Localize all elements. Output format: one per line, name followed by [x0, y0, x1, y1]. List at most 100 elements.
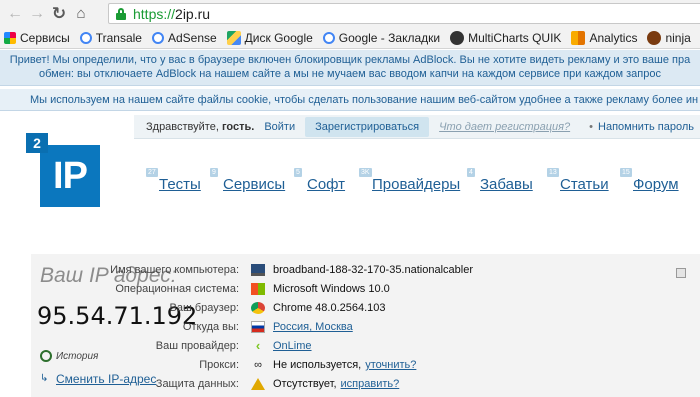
info-row: Ваш провайдер: ‹ OnLime [91, 338, 312, 354]
nav-label: Забавы [480, 176, 533, 193]
info-row: Прокси: ∞ Не используется, уточнить? [91, 357, 416, 373]
nav-item[interactable]: 9 Сервисы [210, 168, 286, 193]
home-icon[interactable]: ⌂ [70, 3, 92, 25]
bookmark-label: MultiCharts QUIK [468, 30, 562, 45]
nav-item[interactable]: 3K Провайдеры [359, 168, 461, 193]
bookmark-label: Сервисы [20, 30, 70, 45]
analytics-icon [571, 30, 586, 45]
copy-icon[interactable] [676, 268, 686, 278]
info-label: Прокси: [199, 359, 239, 371]
nav-item[interactable]: 13 Статьи [547, 168, 609, 193]
bookmark-item[interactable]: AdSense [151, 30, 217, 45]
nav-count-badge: 27 [146, 168, 158, 177]
return-arrow-icon: ↳ [40, 373, 49, 384]
onlime-icon: ‹ [255, 338, 261, 353]
lock-icon [115, 7, 127, 21]
login-link[interactable]: Войти [264, 121, 295, 133]
nav-label: Статьи [560, 176, 609, 193]
greeting: Здравствуйте, гость. [146, 121, 254, 133]
info-label: Защита данных: [155, 378, 239, 390]
info-value: Не используется, [273, 359, 362, 371]
bookmark-item[interactable]: MultiCharts QUIK [450, 30, 562, 45]
bookmark-label: AdSense [167, 30, 217, 45]
warning-icon [251, 378, 265, 390]
info-label: Ваш провайдер: [155, 340, 239, 352]
bookmark-item[interactable]: Analytics [571, 30, 638, 45]
info-label: Имя вашего компьютера: [110, 264, 239, 276]
nav-label: Провайдеры [372, 176, 461, 193]
url-host: 2ip.ru [175, 5, 211, 22]
forward-arrow-icon[interactable]: → [26, 3, 48, 25]
nav-item[interactable]: 5 Софт [294, 168, 346, 193]
guest-text: гость. [221, 120, 255, 133]
apps-icon [4, 31, 16, 44]
ip-panel: Ваш IP адрес: 95.54.71.192 История ↳ Сме… [31, 254, 700, 397]
bookmark-label: Transale [95, 30, 142, 45]
bookmark-item[interactable]: Сервисы [4, 31, 70, 45]
main-nav: 27 Тесты 9 Сервисы 5 Софт 3K Провайдеры 4 Забавы 1… [145, 168, 700, 198]
bookmark-label: Диск Google [244, 30, 313, 45]
info-action-link[interactable]: уточнить? [365, 359, 416, 371]
bookmark-item[interactable]: Диск Google [226, 30, 313, 45]
history-link[interactable]: История [40, 350, 98, 362]
nav-item[interactable]: 15 Форум [620, 168, 679, 193]
nav-label: Форум [633, 176, 679, 193]
drive-icon [226, 30, 241, 45]
nav-item[interactable]: 27 Тесты [146, 168, 201, 193]
notice-line-2: обмен: вы отключаете AdBlock на нашем са… [39, 68, 661, 80]
remind-password-link[interactable]: Напомнить пароль [589, 121, 694, 133]
google-icon [79, 31, 92, 44]
windows-icon [251, 283, 265, 295]
info-row: Откуда вы: Россия, Москва [91, 319, 353, 335]
nav-label: Тесты [159, 176, 201, 193]
nav-label: Софт [307, 176, 346, 193]
user-bar: Здравствуйте, гость. Войти Зарегистриров… [134, 115, 700, 139]
info-row: Ваш браузер: Chrome 48.0.2564.103 [91, 300, 386, 316]
greeting-text: Здравствуйте, [146, 120, 219, 133]
nav-label: Сервисы [223, 176, 286, 193]
adblock-notice: Привет! Мы определили, что у вас в брауз… [0, 50, 700, 86]
logo-badge: 2 [26, 133, 48, 153]
site-logo[interactable]: IP 2 [26, 133, 108, 207]
glasses-icon: ∞ [254, 359, 262, 371]
bookmark-item[interactable]: Google - Закладки [322, 31, 440, 45]
nav-count-badge: 15 [620, 168, 632, 177]
flag-ru-icon [251, 321, 265, 333]
info-value[interactable]: Россия, Москва [273, 321, 353, 333]
info-value: Microsoft Windows 10.0 [273, 283, 390, 295]
back-arrow-icon[interactable]: ← [4, 3, 26, 25]
google-icon [322, 31, 335, 44]
info-label: Откуда вы: [182, 321, 239, 333]
info-action-link[interactable]: исправить? [341, 378, 400, 390]
info-value: broadband-188-32-170-35.nationalcabler [273, 264, 473, 276]
info-label: Ваш браузер: [169, 302, 239, 314]
cookie-notice: Мы используем на нашем сайте файлы cooki… [0, 89, 700, 111]
why-register-link[interactable]: Что дает регистрация? [439, 121, 570, 133]
info-value[interactable]: OnLime [273, 340, 312, 352]
bookmark-item[interactable]: ninja [647, 30, 691, 45]
nav-count-badge: 9 [210, 168, 218, 177]
nav-count-badge: 3K [359, 168, 372, 177]
computer-icon [251, 264, 265, 276]
clock-icon [40, 350, 52, 362]
nav-item[interactable]: 4 Забавы [467, 168, 533, 193]
nav-count-badge: 13 [547, 168, 559, 177]
address-bar[interactable]: https:// 2ip.ru [108, 3, 700, 24]
nav-count-badge: 5 [294, 168, 302, 177]
chrome-icon [251, 302, 265, 314]
google-icon [151, 31, 164, 44]
reload-icon[interactable]: ↻ [48, 3, 70, 25]
logo-main: IP [40, 145, 100, 207]
browser-toolbar: ← → ↻ ⌂ https:// 2ip.ru [0, 0, 700, 27]
bookmark-item[interactable]: Transale [79, 30, 142, 45]
notice-line-1: Привет! Мы определили, что у вас в брауз… [9, 54, 691, 66]
info-value: Отсутствует, [273, 378, 337, 390]
register-button[interactable]: Зарегистрироваться [305, 116, 430, 137]
info-row: Операционная система: Microsoft Windows 1… [91, 281, 390, 297]
info-value: Chrome 48.0.2564.103 [273, 302, 386, 314]
bookmarks-bar: Сервисы Transale AdSense Диск Google Google … [0, 27, 700, 49]
bookmark-label: ninja [665, 30, 691, 45]
bookmark-label: Analytics [589, 30, 638, 45]
info-row: Имя вашего компьютера: broadband-188-32-1… [91, 262, 473, 278]
url-scheme: https:// [133, 5, 176, 22]
